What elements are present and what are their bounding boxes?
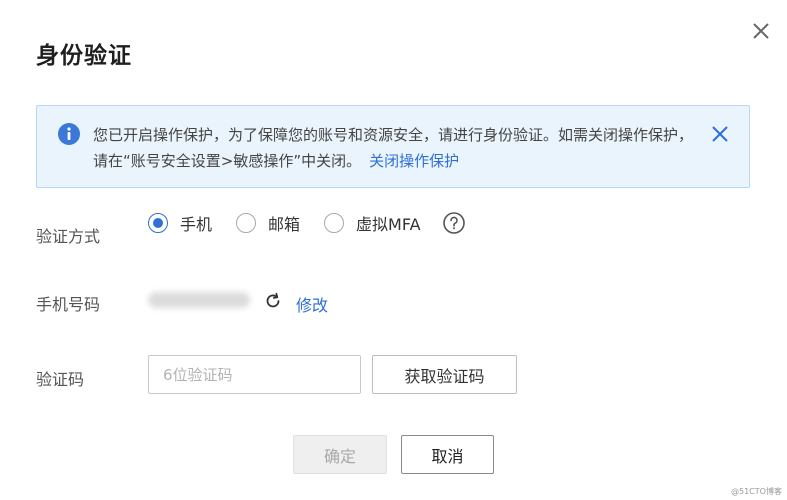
operation-protection-notice: 您已开启操作保护，为了保障您的账号和资源安全，请进行身份验证。如需关闭操作保护，… xyxy=(36,105,750,188)
radio-circle[interactable] xyxy=(236,213,257,233)
get-verification-code-button[interactable]: 获取验证码 xyxy=(372,355,517,394)
radio-label: 虚拟MFA xyxy=(356,215,421,234)
close-icon[interactable] xyxy=(711,125,729,143)
verification-code-input[interactable] xyxy=(148,355,361,394)
radio-circle[interactable] xyxy=(148,213,168,233)
watermark: @51CTO博客 xyxy=(731,487,782,496)
close-icon[interactable] xyxy=(750,20,772,42)
radio-label: 邮箱 xyxy=(268,215,301,234)
cancel-button[interactable]: 取消 xyxy=(401,435,494,474)
info-icon xyxy=(58,123,80,145)
identity-verification-dialog: 身份验证 您已开启操作保护，为了保障您的账号和资源安全，请进行身份验证。如需关闭… xyxy=(0,0,787,500)
masked-phone-number xyxy=(148,292,250,308)
notice-message: 您已开启操作保护，为了保障您的账号和资源安全，请进行身份验证。如需关闭操作保护，… xyxy=(93,122,693,174)
verification-code-label: 验证码 xyxy=(36,370,85,389)
radio-email[interactable]: 邮箱 xyxy=(236,211,300,235)
confirm-button[interactable]: 确定 xyxy=(293,435,387,474)
radio-label: 手机 xyxy=(180,215,213,234)
refresh-icon[interactable] xyxy=(264,292,282,310)
dialog-title: 身份验证 xyxy=(36,43,132,69)
radio-phone[interactable]: 手机 xyxy=(148,211,212,235)
edit-phone-link[interactable]: 修改 xyxy=(296,292,328,316)
verify-method-label: 验证方式 xyxy=(36,227,101,246)
phone-number-label: 手机号码 xyxy=(36,295,101,314)
disable-protection-link[interactable]: 关闭操作保护 xyxy=(369,152,459,170)
radio-virtual-mfa[interactable]: 虚拟MFA xyxy=(324,211,421,235)
verify-method-radio-group: 手机 邮箱 虚拟MFA xyxy=(148,211,465,235)
radio-circle[interactable] xyxy=(324,213,345,233)
question-circle-icon[interactable] xyxy=(442,212,465,234)
